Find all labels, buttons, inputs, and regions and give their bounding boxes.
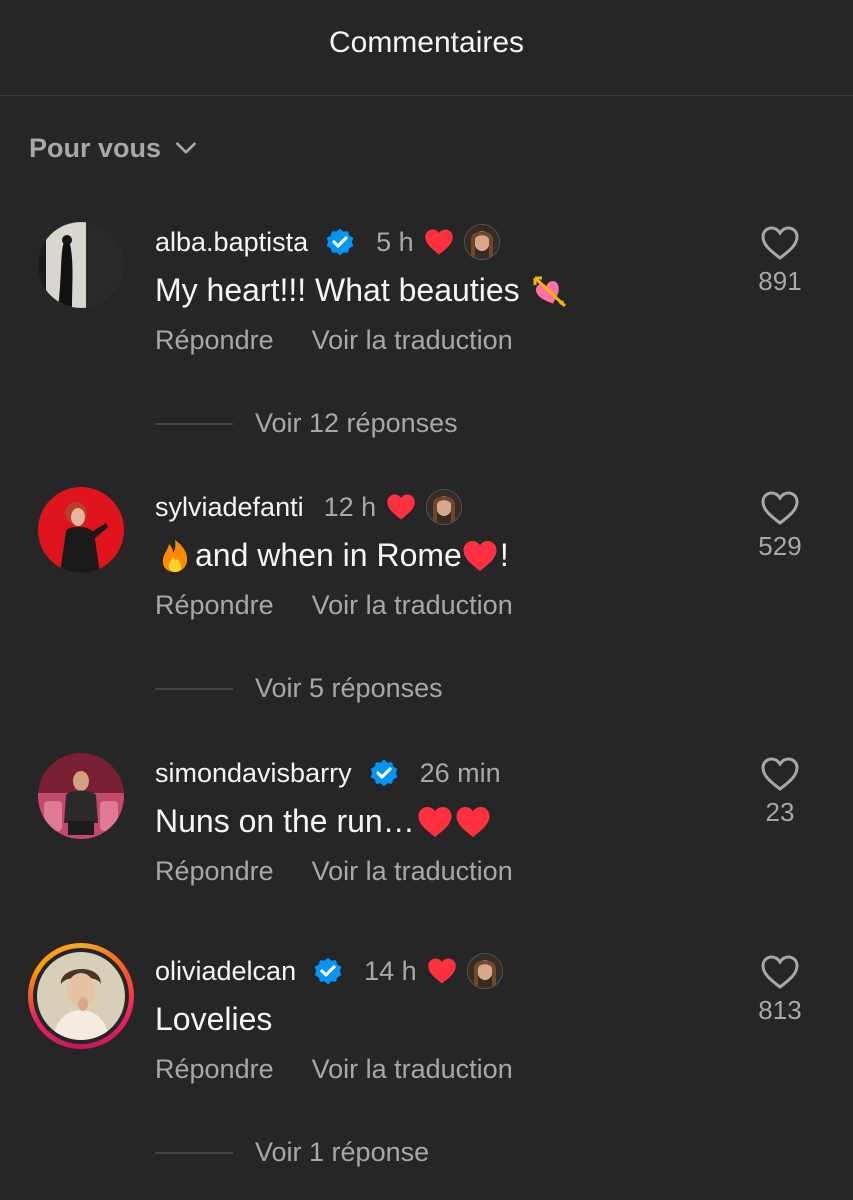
creator-avatar: [466, 953, 503, 989]
reply-button[interactable]: Répondre: [155, 325, 274, 356]
heart-outline-icon[interactable]: [760, 489, 800, 527]
comment-actions: Répondre Voir la traduction: [155, 590, 513, 621]
view-replies-label: Voir 1 réponse: [255, 1137, 430, 1167]
timestamp: 12 h: [323, 491, 377, 522]
fire-emoji-icon: [162, 539, 188, 572]
red-heart-emoji-icon: [417, 804, 453, 840]
reply-button[interactable]: Répondre: [155, 1054, 274, 1085]
username[interactable]: simondavisbarry: [155, 758, 352, 789]
red-heart-emoji-icon: [455, 804, 491, 840]
avatar: [37, 952, 125, 1040]
comments-header: Commentaires: [0, 0, 853, 96]
view-replies-button[interactable]: Voir 5 réponses: [155, 673, 443, 704]
reply-button[interactable]: Répondre: [155, 856, 274, 887]
comment-actions: Répondre Voir la traduction: [155, 856, 513, 887]
creator-liked-heart-icon: [386, 493, 416, 521]
heart-outline-icon[interactable]: [760, 755, 800, 793]
red-heart-emoji-icon: [462, 538, 498, 574]
replies-divider: [155, 687, 233, 690]
view-replies-label: Voir 5 réponses: [255, 673, 443, 703]
comment-text: and when in Rome !: [155, 537, 509, 574]
verified-badge-icon: [324, 226, 356, 258]
chevron-down-icon: [176, 142, 196, 154]
translate-button[interactable]: Voir la traduction: [312, 856, 513, 887]
comment-body: Lovelies: [155, 1001, 273, 1037]
like-count: 891: [758, 266, 802, 296]
creator-avatar: [463, 224, 500, 260]
comment-meta: simondavisbarry 26 min: [155, 753, 501, 793]
like-area[interactable]: 813: [750, 953, 810, 1026]
translate-button[interactable]: Voir la traduction: [312, 590, 513, 621]
sort-label: Pour vous: [29, 132, 162, 163]
like-area[interactable]: 529: [750, 489, 810, 562]
avatar[interactable]: [38, 222, 124, 308]
avatar-story-ring[interactable]: [28, 943, 134, 1049]
comment-body-suffix: !: [499, 537, 509, 573]
like-count: 529: [758, 531, 802, 561]
view-replies-button[interactable]: Voir 1 réponse: [155, 1137, 429, 1168]
replies-divider: [155, 1151, 233, 1154]
comment-actions: Répondre Voir la traduction: [155, 325, 513, 356]
replies-divider: [155, 422, 233, 425]
view-replies-label: Voir 12 réponses: [255, 408, 458, 438]
comment-body: and when in Rome: [195, 537, 462, 573]
comment-text: Lovelies: [155, 1001, 272, 1038]
like-count: 813: [758, 995, 802, 1025]
like-area[interactable]: 891: [750, 224, 810, 297]
reply-button[interactable]: Répondre: [155, 590, 274, 621]
verified-badge-icon: [312, 955, 344, 987]
avatar[interactable]: [38, 753, 124, 839]
translate-button[interactable]: Voir la traduction: [312, 325, 513, 356]
page-title: Commentaires: [328, 26, 525, 59]
like-count: 23: [765, 797, 795, 827]
username[interactable]: oliviadelcan: [155, 956, 296, 987]
timestamp: 26 min: [419, 757, 501, 788]
creator-liked-heart-icon: [424, 228, 454, 256]
comment-meta: alba.baptista 5 h: [155, 222, 500, 262]
comment-body: My heart!!! What beauties: [155, 272, 520, 308]
comment-text: My heart!!! What beauties: [155, 272, 570, 309]
avatar[interactable]: [38, 487, 124, 573]
sort-dropdown[interactable]: Pour vous: [29, 128, 199, 168]
heart-outline-icon[interactable]: [760, 953, 800, 991]
view-replies-button[interactable]: Voir 12 réponses: [155, 408, 458, 439]
username[interactable]: sylviadefanti: [155, 492, 304, 523]
like-area[interactable]: 23: [750, 755, 810, 828]
heart-with-arrow-emoji-icon: [533, 276, 566, 307]
creator-avatar: [426, 489, 463, 525]
verified-badge-icon: [368, 757, 400, 789]
comment-meta: sylviadefanti 12 h: [155, 487, 463, 527]
creator-liked-heart-icon: [427, 957, 457, 985]
comment-meta: oliviadelcan 14 h: [155, 951, 503, 991]
timestamp: 5 h: [376, 226, 414, 257]
timestamp: 14 h: [364, 955, 417, 986]
comment-body: Nuns on the run…: [155, 803, 415, 839]
translate-button[interactable]: Voir la traduction: [312, 1054, 513, 1085]
heart-outline-icon[interactable]: [760, 224, 800, 262]
comment-text: Nuns on the run…: [155, 803, 493, 840]
username[interactable]: alba.baptista: [155, 227, 308, 258]
comment-actions: Répondre Voir la traduction: [155, 1054, 513, 1085]
